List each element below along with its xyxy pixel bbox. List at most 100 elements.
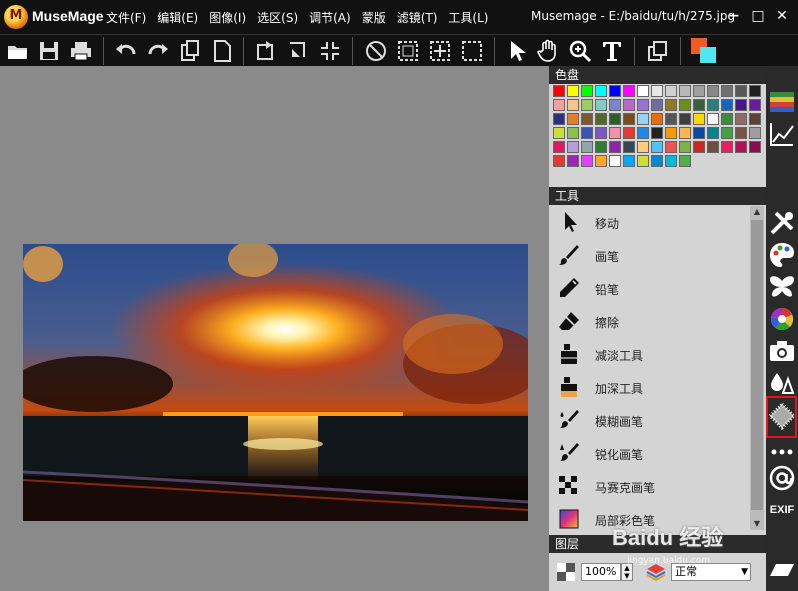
select-all-icon[interactable] [396, 39, 420, 63]
close-button[interactable]: ✕ [770, 4, 794, 28]
palette-swatch[interactable] [581, 99, 593, 111]
palette-swatch[interactable] [609, 155, 621, 167]
palette-swatch[interactable] [567, 127, 579, 139]
transparency-icon[interactable] [557, 563, 575, 581]
scroll-down-icon[interactable]: ▼ [750, 518, 764, 530]
menu-edit[interactable]: 编辑(E) [157, 9, 198, 26]
opacity-field[interactable]: 100% [581, 563, 621, 581]
drops-icon[interactable] [768, 369, 796, 397]
palette-swatch[interactable] [679, 141, 691, 153]
pointer-icon[interactable] [504, 39, 528, 63]
palette-swatch[interactable] [553, 113, 565, 125]
palette-swatch[interactable] [595, 155, 607, 167]
palette-swatch[interactable] [595, 141, 607, 153]
palette-swatch[interactable] [693, 127, 705, 139]
exif-button[interactable]: EXIF [768, 504, 796, 516]
palette-swatch[interactable] [707, 99, 719, 111]
palette-swatch[interactable] [637, 113, 649, 125]
menu-tools[interactable]: 工具(L) [448, 9, 488, 26]
palette-swatch[interactable] [609, 99, 621, 111]
palette-swatch[interactable] [665, 113, 677, 125]
open-icon[interactable] [6, 39, 30, 63]
paint-palette-icon[interactable] [768, 241, 796, 269]
palette-swatch[interactable] [581, 155, 593, 167]
camera-icon[interactable] [768, 337, 796, 365]
crop-rotate-icon[interactable] [286, 39, 310, 63]
palette-swatch[interactable] [581, 141, 593, 153]
palette-swatch[interactable] [679, 155, 691, 167]
palette-swatch[interactable] [637, 127, 649, 139]
sunset-photo[interactable] [23, 244, 528, 521]
eraser-strip-icon[interactable] [768, 556, 796, 584]
palette-swatch[interactable] [665, 85, 677, 97]
hand-icon[interactable] [536, 39, 560, 63]
tool-burn[interactable]: 加深工具 [551, 371, 761, 404]
palette-swatch[interactable] [637, 141, 649, 153]
palette-swatch[interactable] [735, 141, 747, 153]
palette-swatch[interactable] [665, 127, 677, 139]
palette-swatch[interactable] [665, 99, 677, 111]
menu-filter[interactable]: 滤镜(T) [397, 9, 438, 26]
palette-swatch[interactable] [609, 113, 621, 125]
tool-brush[interactable]: 画笔 [551, 239, 761, 272]
palette-swatch[interactable] [735, 99, 747, 111]
palette-swatch[interactable] [749, 127, 761, 139]
palette-swatch[interactable] [553, 99, 565, 111]
select-rect-icon[interactable] [460, 39, 484, 63]
palette-swatch[interactable] [665, 141, 677, 153]
palette-swatch[interactable] [609, 85, 621, 97]
tool-pencil[interactable]: 铅笔 [551, 272, 761, 305]
text-icon[interactable] [600, 39, 624, 63]
palette-swatch[interactable] [567, 141, 579, 153]
palette-swatch[interactable] [623, 127, 635, 139]
palette-swatch[interactable] [679, 85, 691, 97]
palette-swatch[interactable] [553, 85, 565, 97]
curve-chart-icon[interactable] [768, 120, 796, 148]
save-icon[interactable] [37, 39, 61, 63]
tools-scrollbar[interactable]: ▲ ▼ [750, 206, 764, 530]
palette-swatch[interactable] [735, 127, 747, 139]
palette-swatch[interactable] [749, 85, 761, 97]
scroll-thumb[interactable] [751, 220, 763, 510]
color-swatch[interactable] [690, 37, 718, 63]
palette-swatch[interactable] [637, 85, 649, 97]
palette-swatch[interactable] [707, 85, 719, 97]
palette-swatch[interactable] [553, 155, 565, 167]
palette-swatch[interactable] [609, 141, 621, 153]
canvas-area[interactable] [0, 66, 549, 591]
palette-swatch[interactable] [581, 127, 593, 139]
palette-swatch[interactable] [693, 113, 705, 125]
palette-swatch[interactable] [721, 99, 733, 111]
menu-adjust[interactable]: 调节(A) [309, 9, 351, 26]
layers-icon[interactable] [646, 39, 670, 63]
palette-swatch[interactable] [707, 141, 719, 153]
palette-swatch[interactable] [749, 113, 761, 125]
palette-swatch[interactable] [721, 127, 733, 139]
menu-mask[interactable]: 蒙版 [362, 9, 386, 26]
tool-move[interactable]: 移动 [551, 206, 761, 239]
palette-swatch[interactable] [707, 113, 719, 125]
palette-swatch[interactable] [623, 141, 635, 153]
palette-swatch[interactable] [595, 113, 607, 125]
palette-swatch[interactable] [749, 141, 761, 153]
zoom-icon[interactable] [568, 39, 592, 63]
palette-swatch[interactable] [581, 85, 593, 97]
tool-dodge[interactable]: 减淡工具 [551, 338, 761, 371]
tool-sharpen-brush[interactable]: 锐化画笔 [551, 437, 761, 470]
color-wheel-icon[interactable] [768, 305, 796, 333]
palette-swatch[interactable] [749, 99, 761, 111]
palette-swatch[interactable] [567, 113, 579, 125]
palette-swatch[interactable] [651, 85, 663, 97]
undo-icon[interactable] [114, 39, 138, 63]
select-move-icon[interactable] [428, 39, 452, 63]
redo-icon[interactable] [146, 39, 170, 63]
palette-swatch[interactable] [567, 155, 579, 167]
no-select-icon[interactable] [364, 39, 388, 63]
palette-swatch[interactable] [651, 127, 663, 139]
menu-select[interactable]: 选区(S) [257, 9, 298, 26]
palette-swatch[interactable] [595, 85, 607, 97]
tool-eraser[interactable]: 擦除 [551, 305, 761, 338]
palette-swatch[interactable] [721, 141, 733, 153]
maximize-button[interactable]: □ [746, 4, 770, 28]
palette-swatch[interactable] [637, 99, 649, 111]
